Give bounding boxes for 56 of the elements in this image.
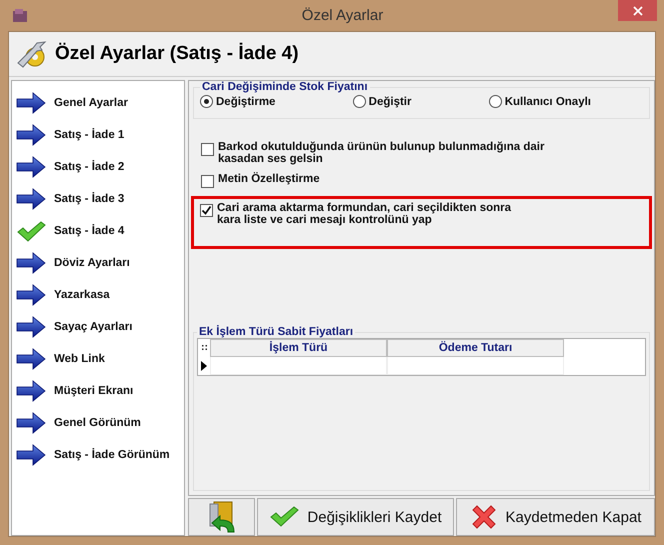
arrow-icon (16, 380, 46, 402)
checkbox-label: Barkod okutulduğunda ürünün bulunup bulunmadığına dair kasadan ses gelsin (218, 141, 546, 165)
sidebar-item[interactable]: Satış - İade Görünüm (12, 439, 184, 471)
save-button[interactable]: Değişiklikleri Kaydet (257, 498, 454, 536)
arrow-icon (16, 412, 46, 434)
arrow-icon (16, 444, 46, 466)
arrow-icon (16, 124, 46, 146)
radio-label: Değiştir (368, 96, 412, 108)
door-exit-icon (208, 500, 236, 534)
checkbox-label: Cari arama aktarma formundan, cari seçildikten sonra kara liste ve cari mesajı kontrolünü yap (217, 202, 512, 226)
arrow-icon (16, 156, 46, 178)
window-title: Özel Ayarlar (302, 7, 384, 24)
header-title: Özel Ayarlar (Satış - İade 4) (55, 43, 299, 65)
sidebar-item[interactable]: Müşteri Ekranı (12, 375, 184, 407)
sidebar-item[interactable]: Genel Görünüm (12, 407, 184, 439)
arrow-icon (16, 188, 46, 210)
grid-corner-icon (202, 344, 206, 350)
group-title: Ek İşlem Türü Sabit Fiyatları (198, 326, 354, 338)
close-button[interactable] (618, 0, 657, 21)
checkbox[interactable] (201, 175, 214, 188)
sidebar-item[interactable]: Satış - İade 4 (12, 215, 184, 247)
checkmark-icon (201, 205, 212, 216)
radio-label: Kullanıcı Onaylı (504, 96, 591, 108)
cancel-button[interactable]: Kaydetmeden Kapat (456, 498, 655, 536)
sidebar-item[interactable]: Satış - İade 3 (12, 183, 184, 215)
sidebar-item[interactable]: Genel Ayarlar (12, 87, 184, 119)
sidebar-item[interactable]: Döviz Ayarları (12, 247, 184, 279)
radio-button[interactable] (200, 95, 213, 108)
sidebar-item[interactable]: Sayaç Ayarları (12, 311, 184, 343)
sidebar-item[interactable]: Satış - İade 1 (12, 119, 184, 151)
close-icon (632, 6, 642, 16)
checkbox[interactable] (201, 143, 214, 156)
column-header[interactable]: Ödeme Tutarı (387, 339, 564, 357)
radio-button[interactable] (488, 95, 502, 108)
app-icon (11, 8, 29, 24)
arrow-icon (16, 284, 46, 306)
check-icon (16, 220, 46, 242)
checkbox-label: Metin Özelleştirme (218, 173, 321, 185)
arrow-icon (16, 92, 46, 114)
sidebar-item[interactable]: Yazarkasa (12, 279, 184, 311)
arrow-icon (16, 252, 46, 274)
sidebar-item[interactable]: Satış - İade 2 (12, 151, 184, 183)
exit-button[interactable] (188, 498, 255, 536)
checkbox[interactable] (200, 204, 213, 217)
group-title: Cari Değişiminde Stok Fiyatını (201, 81, 369, 93)
arrow-icon (16, 316, 46, 338)
radio-label: Değiştirme (216, 96, 276, 108)
arrow-icon (16, 348, 46, 370)
sidebar-item[interactable]: Web Link (12, 343, 184, 375)
check-icon (269, 505, 300, 529)
cross-icon (470, 504, 498, 530)
row-pointer-icon (201, 360, 207, 370)
radio-button[interactable] (352, 95, 366, 108)
column-header[interactable]: İşlem Türü (210, 339, 387, 357)
table-cell[interactable] (387, 357, 564, 375)
table-cell[interactable] (210, 357, 387, 375)
